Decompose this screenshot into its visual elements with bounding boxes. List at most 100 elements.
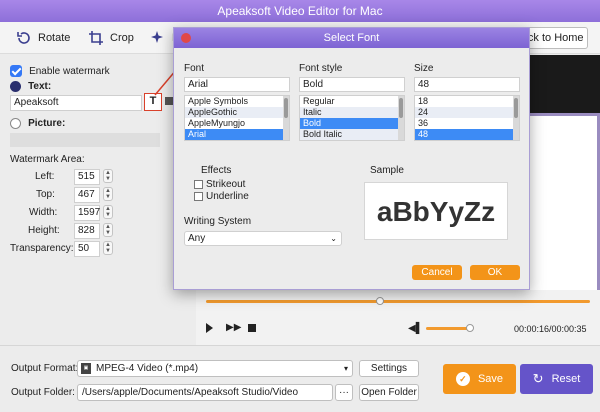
output-folder-label: Output Folder: <box>11 387 75 398</box>
window-titlebar: Apeaksoft Video Editor for Mac <box>0 0 600 22</box>
left-label: Left: <box>35 171 55 182</box>
width-label: Width: <box>29 207 58 218</box>
dialog-close-button[interactable] <box>181 33 191 43</box>
style-list-item-selected[interactable]: Bold <box>300 118 404 129</box>
left-stepper[interactable]: ▲ ▼ <box>103 169 113 183</box>
effects-label: Effects <box>201 165 232 176</box>
font-list-item[interactable]: AppleGothic <box>185 107 289 118</box>
sample-preview: aBbYyZz <box>364 182 508 240</box>
rotate-icon <box>17 32 30 44</box>
stop-icon[interactable] <box>248 324 256 332</box>
enable-watermark-checkbox[interactable] <box>10 65 22 78</box>
strikeout-label: Strikeout <box>206 179 246 190</box>
enable-watermark-row[interactable]: Enable watermark <box>10 65 110 78</box>
size-list-item[interactable]: 24 <box>415 107 519 118</box>
size-list-item[interactable]: 36 <box>415 118 519 129</box>
writing-system-label: Writing System <box>184 216 252 227</box>
reset-label: Reset <box>551 373 581 385</box>
fast-forward-icon[interactable]: ▶▶ <box>226 323 241 333</box>
font-list-item[interactable]: Apple Symbols <box>185 96 289 107</box>
writing-system-select[interactable]: Any ⌄ <box>184 231 342 246</box>
volume-icon[interactable]: ◀▌ <box>408 323 423 334</box>
settings-button[interactable]: Settings <box>359 360 419 377</box>
text-radio-label: Text: <box>28 81 52 92</box>
style-list-scrollbar[interactable] <box>398 96 404 140</box>
width-stepper[interactable]: ▲ ▼ <box>103 205 113 219</box>
browse-folder-button[interactable]: ··· <box>335 384 353 401</box>
font-input[interactable]: Arial <box>184 77 290 92</box>
timeline-playhead[interactable] <box>376 297 384 305</box>
cancel-button[interactable]: Cancel <box>412 265 462 280</box>
font-list-item[interactable]: AppleMyungjo <box>185 118 289 129</box>
check-icon: ✓ <box>455 372 470 386</box>
style-list-item[interactable]: Regular <box>300 96 404 107</box>
time-readout: 00:00:16/00:00:35 <box>514 324 587 334</box>
chevron-down-icon: ⌄ <box>330 234 337 243</box>
top-label: Top: <box>36 189 55 200</box>
volume-slider[interactable] <box>426 327 470 330</box>
height-input[interactable]: 828 <box>74 223 100 239</box>
save-button[interactable]: ✓ Save <box>443 364 516 394</box>
top-stepper[interactable]: ▲ ▼ <box>103 187 113 201</box>
output-folder-field[interactable]: /Users/apple/Documents/Apeaksoft Studio/… <box>77 384 333 401</box>
window-title: Apeaksoft Video Editor for Mac <box>217 4 383 18</box>
crop-label: Crop <box>110 32 134 44</box>
font-list-item-selected[interactable]: Arial <box>185 129 289 140</box>
transparency-stepper[interactable]: ▲ ▼ <box>103 241 113 255</box>
size-input[interactable]: 48 <box>414 77 520 92</box>
picture-path-field <box>10 133 160 147</box>
font-style-list[interactable]: Regular Italic Bold Bold Italic <box>299 95 405 141</box>
strikeout-checkbox[interactable] <box>194 179 203 189</box>
dialog-titlebar: Select Font <box>174 28 529 48</box>
volume-knob[interactable] <box>466 324 474 332</box>
watermark-area-label: Watermark Area: <box>10 154 85 165</box>
reset-icon: ↻ <box>532 371 544 386</box>
underline-checkbox[interactable] <box>194 191 203 201</box>
chevron-down-icon: ▾ <box>343 364 348 373</box>
width-input[interactable]: 1597 <box>74 205 100 221</box>
size-list[interactable]: 18 24 36 48 <box>414 95 520 141</box>
picture-radio[interactable] <box>10 117 21 129</box>
watermark-text-input[interactable]: Apeaksoft <box>10 95 142 111</box>
writing-system-value: Any <box>188 233 206 244</box>
height-label: Height: <box>28 225 60 236</box>
font-style-label: Font style <box>299 63 343 74</box>
open-folder-button[interactable]: Open Folder <box>359 384 419 401</box>
size-list-item[interactable]: 18 <box>415 96 519 107</box>
size-list-scrollbar[interactable] <box>513 96 519 140</box>
picture-radio-label: Picture: <box>28 118 66 129</box>
transparency-label: Transparency: <box>10 243 74 254</box>
font-style-input[interactable]: Bold <box>299 77 405 92</box>
underline-label: Underline <box>206 191 249 202</box>
style-list-item[interactable]: Italic <box>300 107 404 118</box>
video-file-icon: ▣ <box>81 363 91 374</box>
reset-button[interactable]: ↻ Reset <box>520 364 593 394</box>
rotate-label: Rotate <box>38 32 71 44</box>
left-input[interactable]: 515 <box>74 169 100 185</box>
strikeout-option[interactable]: Strikeout <box>194 179 245 190</box>
height-stepper[interactable]: ▲ ▼ <box>103 223 113 237</box>
crop-icon <box>89 31 103 45</box>
top-input[interactable]: 467 <box>74 187 100 203</box>
transparency-input[interactable]: 50 <box>74 241 100 257</box>
sparkle-icon <box>151 31 163 43</box>
ok-button[interactable]: OK <box>470 265 520 280</box>
font-list[interactable]: Apple Symbols AppleGothic AppleMyungjo A… <box>184 95 290 141</box>
size-list-item-selected[interactable]: 48 <box>415 129 519 140</box>
text-option[interactable]: Text: <box>10 80 51 92</box>
font-label: Font <box>184 63 205 74</box>
style-list-item[interactable]: Bold Italic <box>300 129 404 140</box>
sample-label: Sample <box>370 165 404 176</box>
play-icon[interactable] <box>206 323 213 333</box>
enable-watermark-label: Enable watermark <box>29 66 110 77</box>
size-label: Size <box>414 63 434 74</box>
text-radio[interactable] <box>10 80 21 92</box>
rotate-tool[interactable]: Rotate <box>16 28 70 48</box>
font-list-scrollbar[interactable] <box>283 96 289 140</box>
output-format-select[interactable]: ▣ MPEG-4 Video (*.mp4) ▾ <box>77 360 353 377</box>
timeline-track[interactable] <box>206 300 590 303</box>
output-format-label: Output Format: <box>11 363 79 374</box>
underline-option[interactable]: Underline <box>194 191 249 202</box>
picture-option[interactable]: Picture: <box>10 117 65 129</box>
crop-tool[interactable]: Crop <box>88 28 134 48</box>
